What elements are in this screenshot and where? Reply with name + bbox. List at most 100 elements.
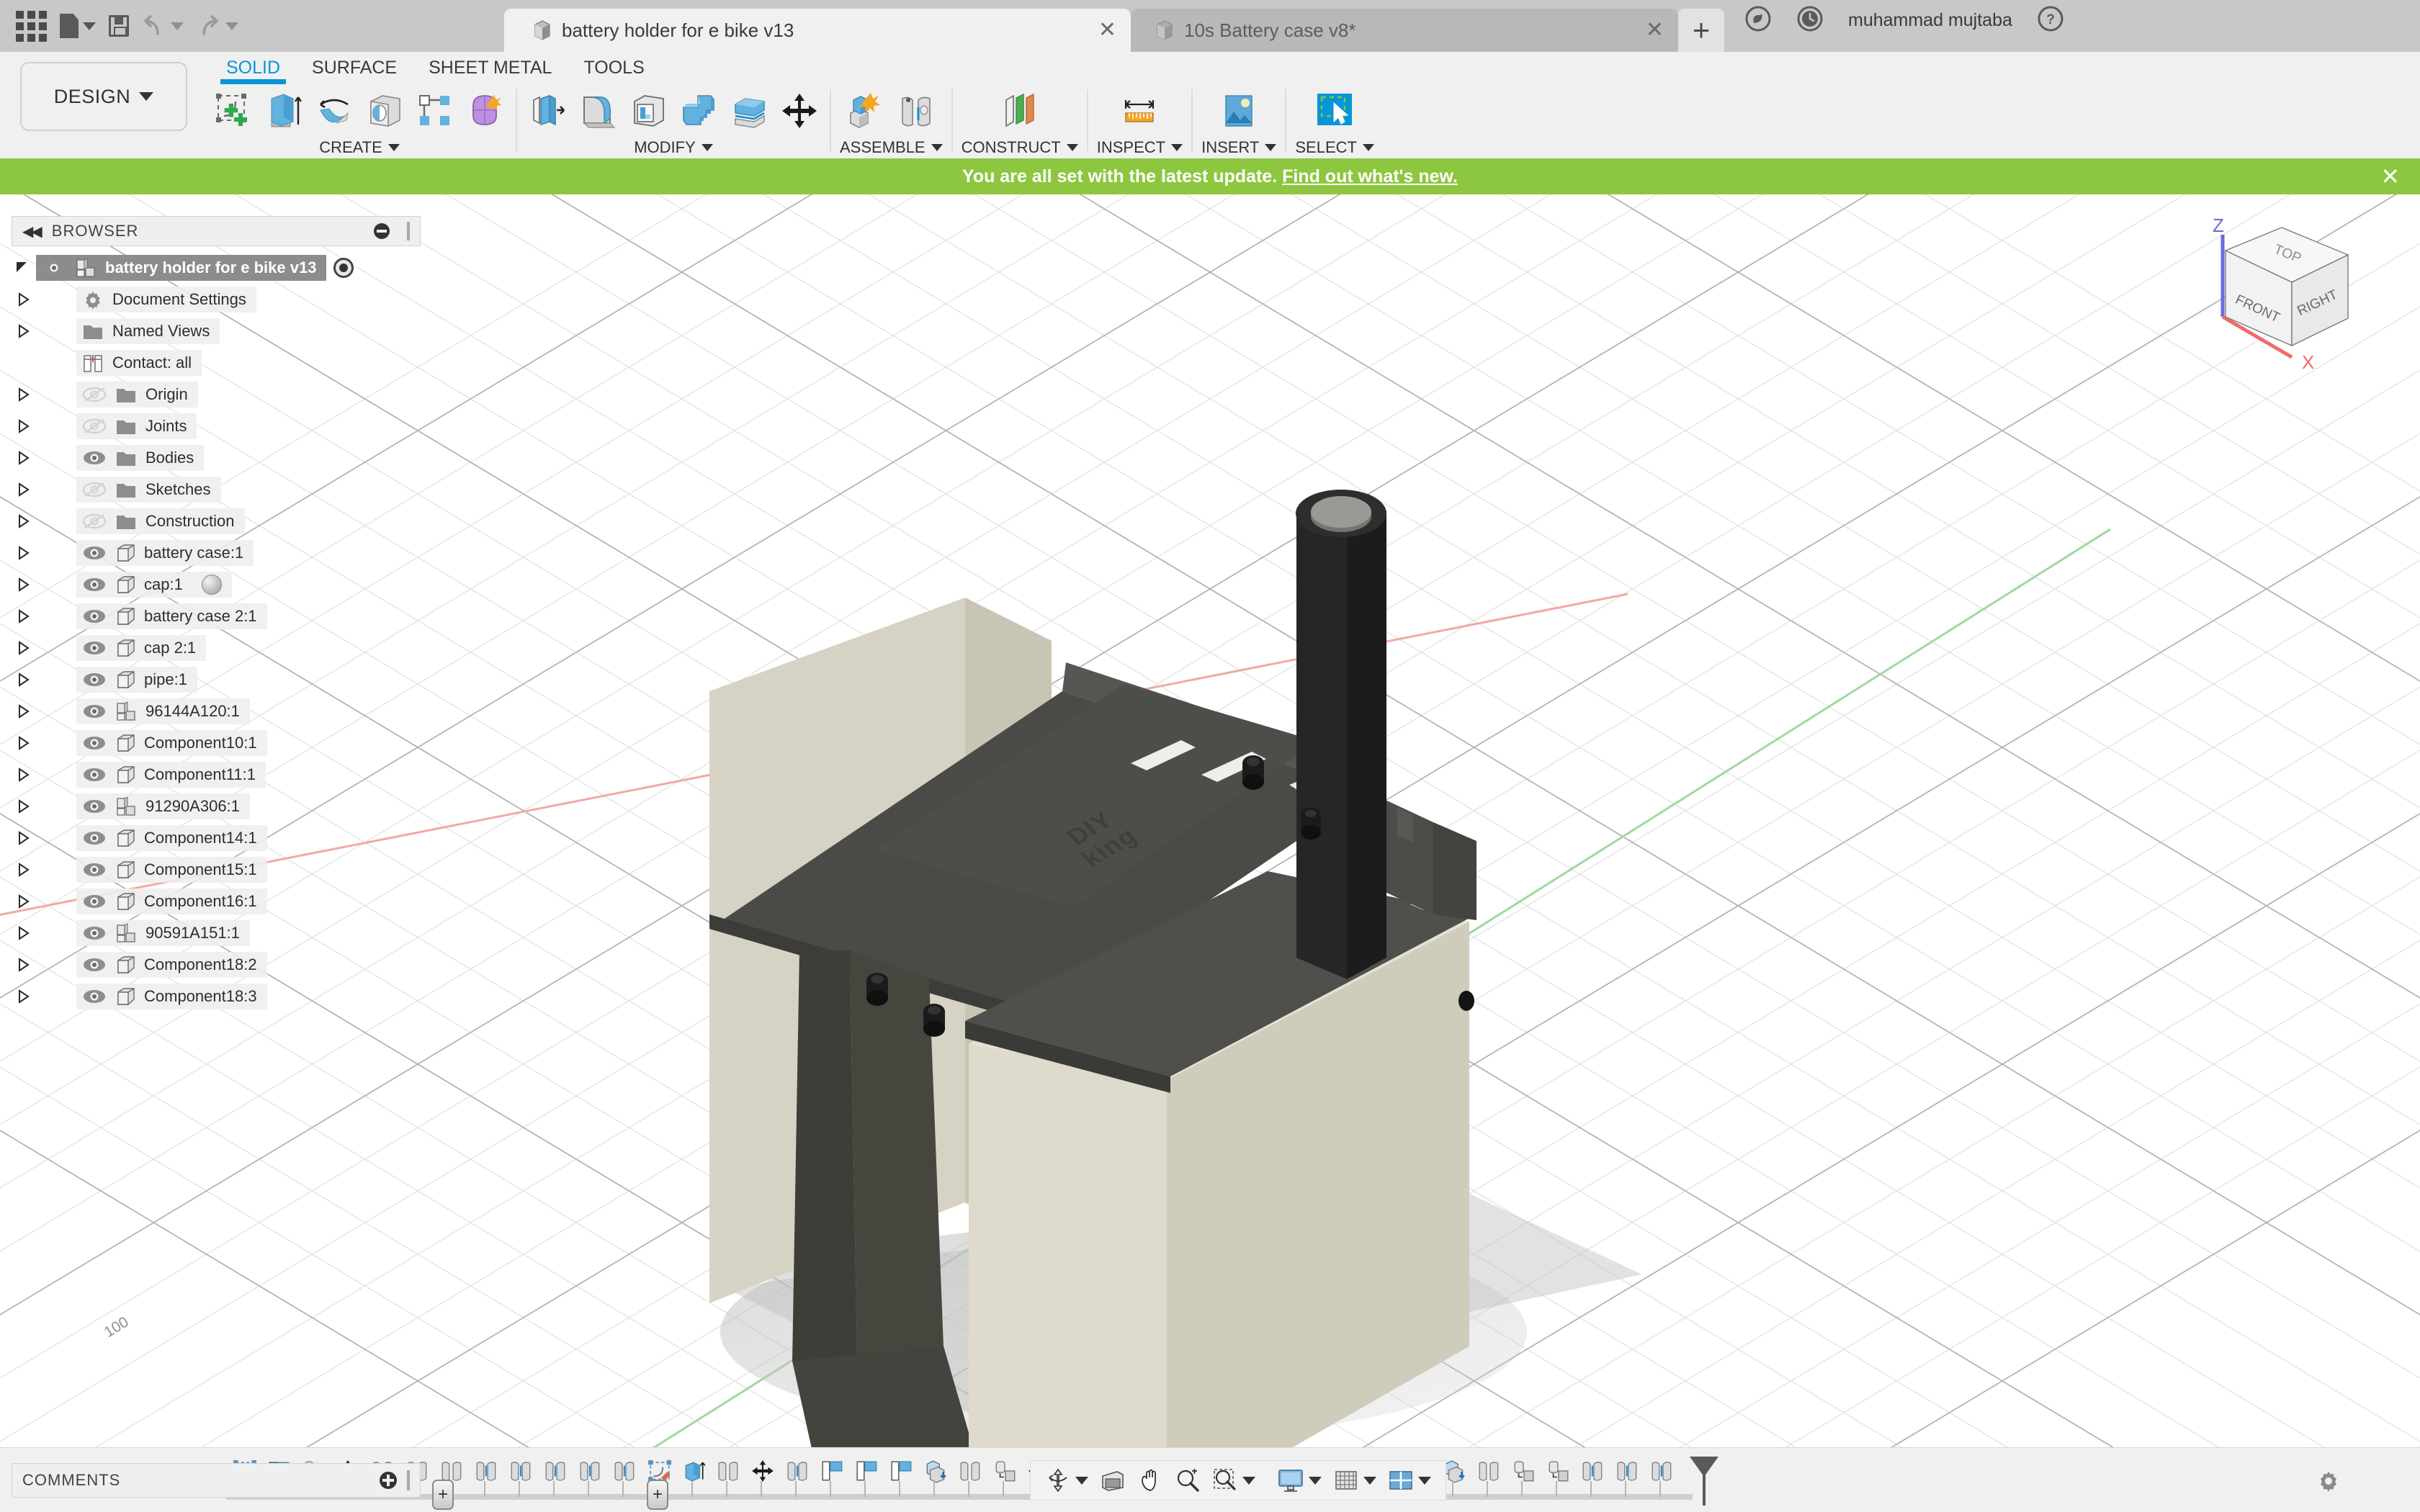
eye-visible-icon[interactable] (82, 862, 107, 878)
chevron-down-icon[interactable] (1242, 1476, 1255, 1485)
save-icon[interactable] (109, 15, 129, 37)
feature-derive[interactable] (922, 1454, 951, 1490)
browser-item-cap-2-1[interactable]: cap 2:1 (12, 632, 421, 664)
eye-visible-icon[interactable] (82, 767, 107, 783)
expand-arrow-closed-icon[interactable] (12, 798, 36, 815)
extrude-icon[interactable] (262, 89, 305, 132)
browser-item-component10-1[interactable]: Component10:1 (12, 727, 421, 759)
whats-new-link[interactable]: Find out what's new. (1282, 166, 1458, 186)
hole-icon[interactable] (363, 89, 406, 132)
browser-item-named-views[interactable]: Named Views (12, 315, 421, 347)
browser-item-joints[interactable]: Joints (12, 410, 421, 442)
expand-arrow-closed-icon[interactable] (12, 608, 36, 625)
material-sphere-icon[interactable] (201, 575, 222, 595)
eye-visible-icon[interactable] (82, 735, 107, 751)
document-tab-active[interactable]: battery holder for e bike v13 ✕ (504, 9, 1131, 52)
select-icon[interactable] (1313, 89, 1356, 132)
expand-arrow-closed-icon[interactable] (12, 323, 36, 340)
joint-icon[interactable] (895, 89, 938, 132)
eye-visible-icon[interactable] (82, 450, 107, 466)
new-document-icon[interactable] (60, 14, 96, 38)
feature-pattern-2[interactable] (1510, 1454, 1538, 1490)
offset-face-icon[interactable] (727, 89, 771, 132)
panel-label-modify[interactable]: MODIFY (634, 137, 713, 158)
expand-arrow-closed-icon[interactable] (12, 544, 36, 562)
panel-label-construct[interactable]: CONSTRUCT (962, 137, 1078, 158)
expand-arrow-closed-icon[interactable] (12, 988, 36, 1005)
measure-icon[interactable] (1118, 89, 1161, 132)
feature-joint-7[interactable] (784, 1454, 812, 1490)
timeline-marker[interactable]: + (432, 1479, 454, 1510)
eye-visible-icon[interactable] (82, 830, 107, 846)
expand-arrow-closed-icon[interactable] (12, 386, 36, 403)
browser-item-91290a306-1[interactable]: 91290A306:1 (12, 791, 421, 822)
eye-visible-icon[interactable] (82, 989, 107, 1004)
design-workspace-button[interactable]: DESIGN (20, 62, 187, 131)
tab-sheet-metal[interactable]: SHEET METAL (413, 52, 568, 78)
feature-joint-2[interactable] (472, 1454, 501, 1490)
eye-visible-icon[interactable] (82, 703, 107, 719)
feature-joint-3[interactable] (507, 1454, 536, 1490)
browser-item-component18-2[interactable]: Component18:2 (12, 949, 421, 981)
timeline-end-marker[interactable] (1690, 1456, 1718, 1506)
eye-visible-icon[interactable] (82, 925, 107, 941)
fit-icon[interactable] (1208, 1467, 1260, 1493)
feature-rigid-3[interactable] (956, 1454, 985, 1490)
browser-item-bodies[interactable]: Bodies (12, 442, 421, 474)
feature-joint-20[interactable] (1648, 1454, 1677, 1490)
expand-arrow-closed-icon[interactable] (12, 576, 36, 593)
eye-visible-icon[interactable] (82, 640, 107, 656)
browser-item-pipe-1[interactable]: pipe:1 (12, 664, 421, 696)
panel-label-inspect[interactable]: INSPECT (1097, 137, 1183, 158)
feature-insert-2[interactable] (853, 1454, 882, 1490)
browser-item-origin[interactable]: Origin (12, 379, 421, 410)
feature-move-2[interactable] (749, 1454, 778, 1490)
resize-grip[interactable] (407, 222, 410, 240)
eye-visible-icon[interactable] (82, 894, 107, 909)
feature-extrude[interactable] (680, 1454, 709, 1490)
expand-arrow-closed-icon[interactable] (12, 734, 36, 752)
feature-pattern-3[interactable] (1544, 1454, 1573, 1490)
expand-arrow-closed-icon[interactable] (12, 924, 36, 942)
undo-icon[interactable] (142, 15, 184, 37)
feature-pattern[interactable] (991, 1454, 1020, 1490)
eye-visible-icon[interactable] (82, 798, 107, 814)
chevron-down-icon[interactable] (1418, 1476, 1431, 1485)
combine-icon[interactable] (677, 89, 720, 132)
user-name[interactable]: muhammad mujtaba (1848, 10, 2012, 31)
offset-plane-icon[interactable] (998, 89, 1041, 132)
expand-arrow-closed-icon[interactable] (12, 291, 36, 308)
chevron-down-icon[interactable] (1363, 1476, 1376, 1485)
browser-item-90591a151-1[interactable]: 90591A151:1 (12, 917, 421, 949)
resize-grip[interactable] (407, 1470, 410, 1490)
browser-item-sketches[interactable]: Sketches (12, 474, 421, 505)
browser-item-document-settings[interactable]: Document Settings (12, 284, 421, 315)
browser-item-battery-case-1[interactable]: battery case:1 (12, 537, 421, 569)
browser-item-battery-case-2-1[interactable]: battery case 2:1 (12, 600, 421, 632)
chevron-down-icon[interactable] (1309, 1476, 1322, 1485)
expand-arrow-closed-icon[interactable] (12, 893, 36, 910)
eye-visible-icon[interactable] (82, 545, 107, 561)
new-tab-button[interactable]: + (1678, 9, 1724, 52)
add-comment-icon[interactable] (380, 1472, 397, 1489)
expand-arrow-closed-icon[interactable] (12, 481, 36, 498)
feature-joint-6[interactable] (611, 1454, 640, 1490)
document-tab-inactive[interactable]: 10s Battery case v8* ✕ (1131, 9, 1678, 52)
eye-visible-icon[interactable] (82, 577, 107, 593)
feature-joint-5[interactable] (576, 1454, 605, 1490)
browser-item-component11-1[interactable]: Component11:1 (12, 759, 421, 791)
feature-joint-4[interactable] (542, 1454, 570, 1490)
browser-item-component16-1[interactable]: Component16:1 (12, 886, 421, 917)
expand-arrow-closed-icon[interactable] (12, 418, 36, 435)
viewports-icon[interactable] (1384, 1467, 1435, 1493)
create-form-icon[interactable] (464, 89, 507, 132)
feature-rigid-4[interactable] (1475, 1454, 1504, 1490)
expand-arrow-closed-icon[interactable] (12, 861, 36, 878)
move-copy-icon[interactable] (778, 89, 821, 132)
eye-hidden-icon[interactable] (82, 387, 107, 402)
browser-item-component14-1[interactable]: Component14:1 (12, 822, 421, 854)
help-icon[interactable]: ? (2037, 5, 2064, 36)
orbit-icon[interactable] (1041, 1467, 1093, 1493)
panel-label-create[interactable]: CREATE (319, 137, 400, 158)
browser-item-cap-1[interactable]: cap:1 (12, 569, 421, 600)
